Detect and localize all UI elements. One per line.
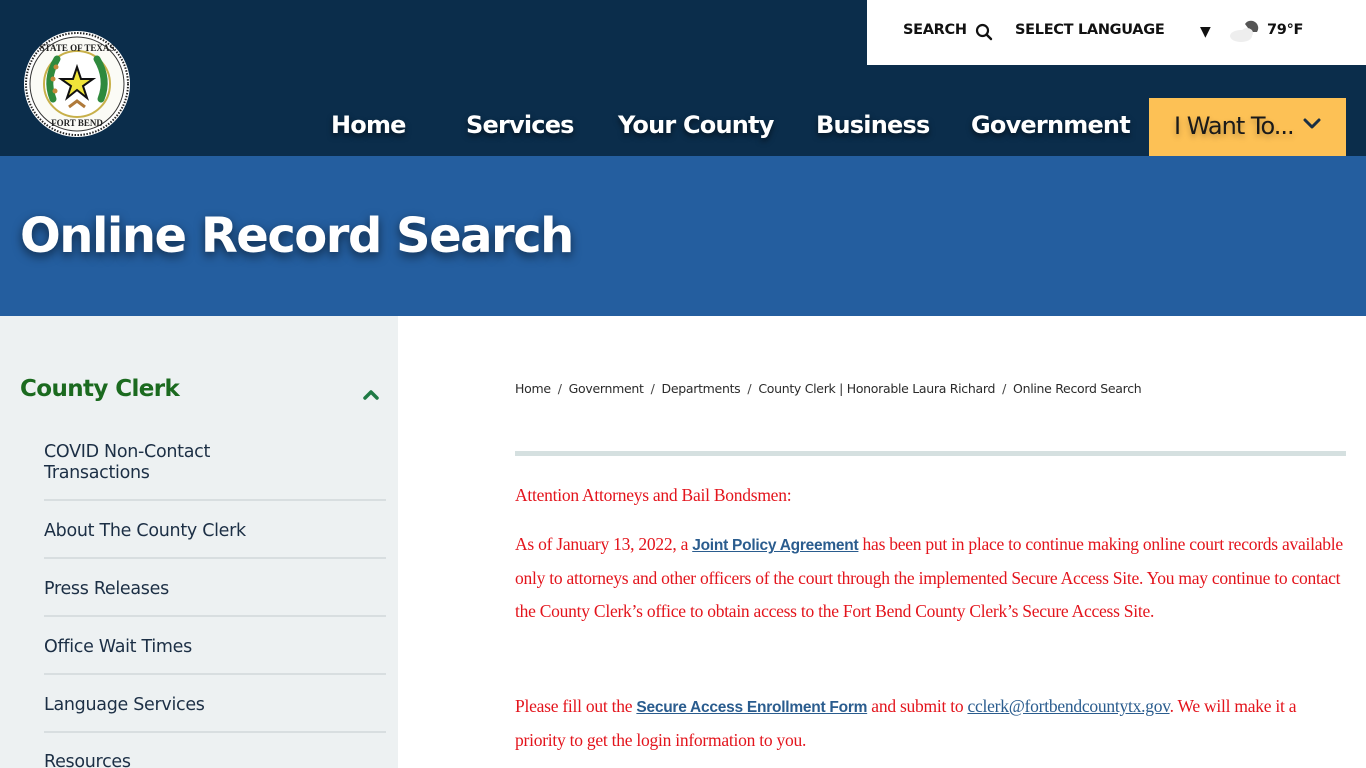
policy-paragraph: As of January 13, 2022, a Joint Policy A… [515,528,1350,628]
i-want-to-label: I Want To... [1174,112,1295,140]
breadcrumb-departments[interactable]: Departments [662,381,741,396]
email-link[interactable]: cclerk@fortbendcountytx.gov [967,696,1169,716]
temperature-readout: 79°F [1267,22,1304,38]
sidebar-divider [44,499,386,501]
secure-access-enrollment-form-link[interactable]: Secure Access Enrollment Form [636,699,867,716]
nav-services[interactable]: Services [466,98,574,156]
sidebar-item-covid-non-contact-transactions[interactable]: COVID Non-Contact Transactions [44,442,244,484]
sidebar-heading-county-clerk[interactable]: County Clerk [20,376,180,402]
joint-policy-agreement-link[interactable]: Joint Policy Agreement [692,537,858,554]
breadcrumb-separator: / [557,381,562,396]
chevron-up-icon[interactable] [362,388,380,400]
breadcrumb-current-page: Online Record Search [1013,381,1142,396]
breadcrumb-government[interactable]: Government [569,381,644,396]
content-divider [515,451,1346,456]
utility-bar: SEARCH SELECT LANGUAGE ▼ 79°F [867,0,1366,65]
page-banner: Online Record Search [0,156,1366,316]
breadcrumb-separator: / [1002,381,1007,396]
nav-home[interactable]: Home [331,98,406,156]
sidebar-item-language-services[interactable]: Language Services [44,695,386,716]
chevron-down-icon [1303,118,1321,129]
partly-cloudy-weather-icon [1230,20,1259,42]
sidebar-divider [44,731,386,733]
search-button[interactable]: SEARCH [903,22,967,38]
dropdown-arrow-icon[interactable]: ▼ [1200,24,1211,40]
sidebar-nav: County Clerk COVID Non-Contact Transacti… [0,316,398,768]
sidebar-item-about-the-county-clerk[interactable]: About The County Clerk [44,521,386,542]
select-language-dropdown[interactable]: SELECT LANGUAGE [1015,22,1165,38]
sidebar-divider [44,673,386,675]
breadcrumb-separator: / [650,381,655,396]
county-seal-logo[interactable]: STATE OF TEXAS FORT BEND [23,29,131,139]
nav-business[interactable]: Business [816,98,930,156]
enrollment-text-middle: and submit to [867,696,968,716]
page-title: Online Record Search [20,208,574,264]
breadcrumb-county-clerk[interactable]: County Clerk | Honorable Laura Richard [758,381,995,396]
attention-heading: Attention Attorneys and Bail Bondsmen: [515,485,792,505]
breadcrumb-home[interactable]: Home [515,381,551,396]
svg-text:FORT BEND: FORT BEND [51,118,103,128]
nav-government[interactable]: Government [971,98,1131,156]
i-want-to-menu-button[interactable]: I Want To... [1149,98,1346,156]
sidebar-divider [44,615,386,617]
breadcrumb: Home / Government / Departments / County Clerk… [515,381,1142,396]
search-icon[interactable] [975,23,993,41]
site-header: STATE OF TEXAS FORT BEND SEARCH SELECT L… [0,0,1366,156]
enrollment-text-start: Please fill out the [515,696,637,716]
sidebar-item-press-releases[interactable]: Press Releases [44,579,386,600]
breadcrumb-separator: / [747,381,752,396]
nav-your-county[interactable]: Your County [618,98,774,156]
sidebar-divider [44,557,386,559]
sidebar-item-office-wait-times[interactable]: Office Wait Times [44,637,386,658]
policy-text-start: As of January 13, 2022, a [515,534,693,554]
svg-text:STATE OF TEXAS: STATE OF TEXAS [40,43,115,53]
sidebar-item-resources[interactable]: Resources [44,752,386,768]
enrollment-paragraph: Please fill out the Secure Access Enroll… [515,690,1350,757]
